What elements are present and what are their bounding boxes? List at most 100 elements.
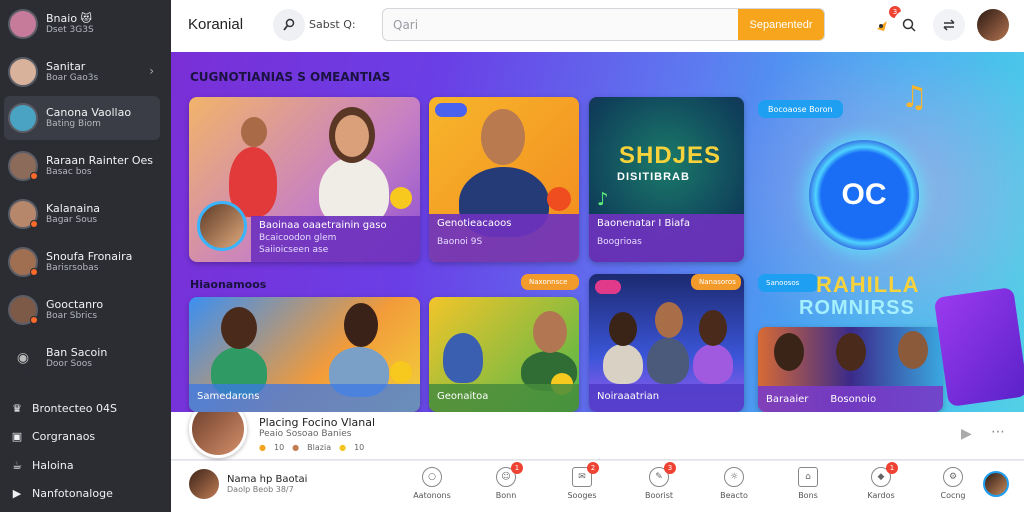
status-dot	[30, 316, 38, 324]
promo-subtitle: DISITIBRAB	[617, 171, 690, 183]
nav-item-6[interactable]: ◆ 1 Kardos	[851, 462, 911, 500]
now-playing-meta: ● 10 ● Blazia ● 10	[259, 443, 364, 452]
sidebar-link-3[interactable]: ▶ Nanfotonaloge	[10, 483, 113, 503]
nav-item-7[interactable]: ⚙ Cocng	[923, 467, 983, 500]
nav-label: Beacto	[720, 491, 748, 500]
nav-item-4[interactable]: ☼ Beacto	[704, 467, 764, 500]
sidebar-item-7[interactable]: ◉ Ban Sacoin Door Soos	[4, 336, 160, 380]
sidebar-item-name: Sanitar	[46, 60, 86, 73]
person-head	[836, 333, 866, 371]
card-footer: Samedarons	[189, 384, 420, 412]
sidebar-link-label: Brontecteo 04S	[32, 401, 117, 415]
person-head	[699, 310, 727, 346]
nav-label: Aatonons	[413, 491, 451, 500]
sidebar-item-2[interactable]: Canona Vaollao Bating Biom	[4, 96, 160, 140]
nav-label: Cocng	[940, 491, 966, 500]
sidebar-link-label: Nanfotonaloge	[32, 486, 113, 500]
account-switch-button[interactable]	[933, 9, 965, 41]
crown-icon: ♛	[12, 401, 22, 415]
brand-logo-circle[interactable]: OC	[809, 140, 919, 250]
profile-avatar[interactable]	[977, 9, 1009, 41]
chevron-right-icon[interactable]: ›	[149, 64, 154, 78]
card-footer: Noiraaatrian	[589, 384, 744, 412]
play-circle-icon: ▶	[12, 486, 22, 500]
sidebar-item-name: Snoufa Fronaira	[46, 250, 133, 263]
sidebar-item-1[interactable]: Sanitar Boar Gao3s ›	[4, 50, 160, 94]
nav-label: Sooges	[567, 491, 597, 500]
sidebar-item-6[interactable]: Gooctanro Boar Sbrics	[4, 288, 160, 332]
sidebar-link-1[interactable]: ▣ Corgranaos	[10, 426, 95, 446]
play-icon[interactable]	[390, 361, 412, 383]
sidebar-item-5[interactable]: Snoufa Fronaira Barisrsobas	[4, 240, 160, 284]
search-icon-button[interactable]	[893, 9, 925, 41]
avatar	[189, 469, 219, 499]
nav-item-2[interactable]: ✉ 2 Sooges	[552, 462, 612, 500]
sidebar-item-sub: Dset 3G3S	[46, 25, 94, 36]
more-icon[interactable]: ⋯	[991, 424, 1005, 440]
avatar	[8, 199, 38, 229]
person-figure	[693, 344, 733, 384]
promo-card-top[interactable]: SHDJES DISITIBRAB ♪ Baonenatar I Biafa B…	[589, 97, 744, 262]
sidebar-item-name: Kalanaina	[46, 202, 101, 215]
person-head	[898, 331, 928, 369]
settings-icon: ⚙	[943, 467, 963, 487]
person-head	[481, 109, 525, 165]
sidebar-item-sub: Basac bos	[46, 167, 92, 178]
person-figure	[603, 344, 643, 384]
app-logo[interactable]: Koranial	[188, 16, 243, 33]
emoji-icon: ●	[339, 443, 347, 452]
sidebar-item-sub: Bating Biom	[46, 119, 101, 130]
video-card-top-1[interactable]: Baoinaa oaaetrainin gaso Bcaicoodon glem…	[189, 97, 420, 262]
now-playing-subtitle: Peaio Sosoao Banies	[259, 429, 352, 439]
nav-item-0[interactable]: ○ Aatonons	[402, 467, 462, 500]
promo-card-bottom[interactable]: Baraaier Bosonoio	[758, 327, 943, 412]
nav-badge: 2	[587, 462, 599, 474]
status-dot	[30, 220, 38, 228]
nav-badge: 1	[511, 462, 523, 474]
meta-label: Blazia	[307, 443, 332, 452]
sidebar-item-4[interactable]: Kalanaina Bagar Sous	[4, 192, 160, 236]
sidebar-item-0[interactable]: Bnaio 😻 Dset 3G3S	[4, 2, 160, 46]
video-card-top-2[interactable]: Genotieacaoos Baonoi 9S	[429, 97, 579, 262]
game-icon: ◉	[8, 343, 38, 373]
video-card-bottom-3[interactable]: Noiraaatrian	[589, 274, 744, 412]
chip-label: Nanasoros	[699, 278, 736, 286]
meta-count: 10	[273, 443, 285, 452]
category-chip[interactable]: Naxonnsce	[521, 274, 579, 290]
card-title: Noiraaatrian	[597, 391, 660, 402]
category-chip[interactable]: Sanoosos	[758, 274, 818, 292]
card-footer: Geonaitoa	[429, 384, 579, 412]
hero-banner: CUGNOTIANIAS S OMEANTIAS Baoinaa oaaetra…	[171, 52, 1024, 412]
video-card-bottom-1[interactable]: Samedarons	[189, 297, 420, 412]
profile-avatar[interactable]	[983, 471, 1009, 497]
play-button[interactable]: ▶	[961, 426, 972, 442]
card-title: Baoinaa oaaetrainin gaso	[259, 220, 387, 231]
chip-label: Sanoosos	[766, 279, 800, 287]
sidebar-item-name: Canona Vaollao	[46, 106, 132, 119]
video-card-bottom-2[interactable]: Geonaitoa	[429, 297, 579, 412]
sidebar-link-label: Corgranaos	[32, 429, 96, 443]
nav-item-5[interactable]: ⌂ Bons	[778, 467, 838, 500]
category-chip[interactable]: Nanasoros	[691, 274, 741, 290]
card-subtitle: Bcaicoodon glem	[259, 233, 337, 243]
search-button[interactable]: Sepanentedr	[738, 9, 824, 40]
card-title: Baonenatar I Biafa	[597, 218, 690, 229]
category-chip[interactable]: Bocoaose Boron	[758, 100, 843, 118]
sidebar-item-3[interactable]: Raraan Rainter Oes Basac bos	[4, 144, 160, 188]
nav-item-1[interactable]: ☺ 1 Bonn	[476, 462, 536, 500]
smile-icon: ☺ 1	[496, 462, 523, 487]
header: Koranial Sabst Q: Sepanentedr 3	[171, 0, 1024, 52]
sidebar-link-2[interactable]: ☕ Haloina	[10, 455, 74, 475]
mic-button[interactable]	[273, 9, 305, 41]
search-input[interactable]	[383, 9, 739, 40]
play-icon[interactable]	[390, 187, 412, 209]
nav-item-3[interactable]: ✎ 3 Boorist	[629, 462, 689, 500]
now-playing-title[interactable]: Placing Focino Vlanal	[259, 416, 375, 429]
avatar	[8, 57, 38, 87]
avatar	[8, 247, 38, 277]
message-icon: ✉ 2	[572, 462, 599, 487]
current-user[interactable]: Nama hp Baotai Daolp Beob 38/7	[189, 469, 307, 499]
chip-label: Bocoaose Boron	[768, 104, 833, 114]
promo-title: SHDJES	[619, 142, 722, 169]
sidebar-link-0[interactable]: ♛ Brontecteo 04S	[10, 398, 117, 418]
